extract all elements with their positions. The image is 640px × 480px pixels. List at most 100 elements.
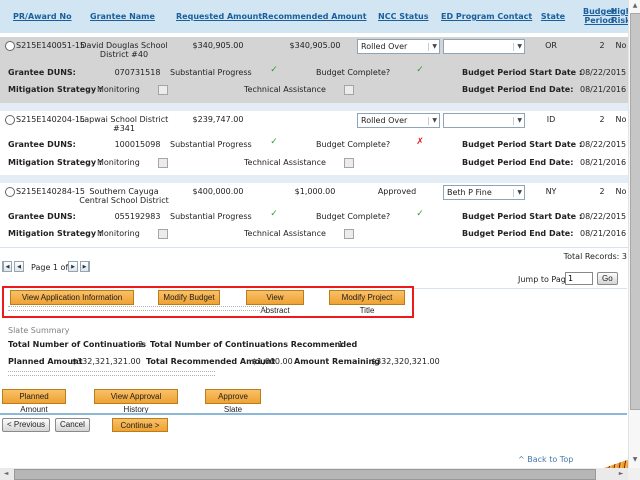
end-date-value: 08/21/2016 — [580, 85, 626, 94]
chevron-down-icon: ▼ — [513, 189, 522, 197]
bottom-divider — [0, 413, 627, 415]
budget-complete-label: Budget Complete? — [316, 212, 390, 221]
col-header-state[interactable]: State — [538, 12, 568, 21]
row-separator — [0, 175, 628, 183]
start-date-label: Budget Period Start Date : — [462, 140, 582, 149]
ncc-status-text: Approved — [357, 187, 437, 196]
recommended-amount: $340,905.00 — [265, 41, 365, 50]
grantee-name: Lapwai School District #341 — [76, 115, 172, 133]
start-date-label: Budget Period Start Date : — [462, 212, 582, 221]
total-continuations-label: Total Number of Continuations — [8, 340, 146, 349]
grantee-duns-value: 070731518 — [110, 68, 165, 77]
ed-contact-select[interactable]: ▼ — [443, 113, 525, 128]
technical-assistance-checkbox[interactable] — [344, 158, 354, 168]
mitigation-value: Monitoring — [97, 229, 140, 238]
check-icon: ✓ — [266, 210, 282, 219]
approve-slate-button[interactable]: Approve Slate — [205, 389, 261, 404]
state-value: ID — [534, 115, 568, 124]
jump-to-page-input[interactable] — [565, 272, 593, 285]
modify-project-title-button[interactable]: Modify Project Title — [329, 290, 405, 305]
state-value: NY — [534, 187, 568, 196]
ed-contact-select[interactable]: ▼ — [443, 39, 525, 54]
amount-remaining-label: Amount Remaining — [294, 357, 380, 366]
table-row: S215E140284-15 Southern Cayuga Central S… — [0, 183, 628, 246]
jump-to-page-label: Jump to Page — [518, 275, 571, 284]
scroll-up-icon[interactable]: ▲ — [629, 0, 640, 12]
vertical-scrollbar-thumb[interactable] — [630, 13, 640, 410]
scroll-left-icon[interactable]: ◄ — [0, 468, 12, 480]
ncc-status-select[interactable]: Rolled Over▼ — [357, 39, 440, 54]
start-date-value: 08/22/2015 — [580, 212, 626, 221]
row-select-radio[interactable] — [5, 115, 15, 125]
back-to-top-link[interactable]: ^ Back to Top — [518, 455, 573, 464]
chevron-down-icon: ▼ — [513, 117, 522, 125]
technical-assistance-label: Technical Assistance — [244, 229, 326, 238]
vertical-scrollbar[interactable]: ▲ ▼ — [628, 0, 640, 468]
monitoring-checkbox[interactable] — [158, 229, 168, 239]
section-divider — [0, 247, 628, 248]
dotted-divider — [8, 306, 266, 311]
col-header-requested[interactable]: Requested Amount — [176, 12, 262, 21]
col-header-contact[interactable]: ED Program Contact — [441, 12, 532, 21]
scroll-right-icon[interactable]: ► — [615, 468, 627, 480]
end-date-value: 08/21/2016 — [580, 158, 626, 167]
ncc-status-select[interactable]: Rolled Over▼ — [357, 113, 440, 128]
horizontal-scrollbar-thumb[interactable] — [14, 469, 596, 480]
monitoring-checkbox[interactable] — [158, 158, 168, 168]
slate-summary-title: Slate Summary — [8, 326, 69, 335]
budget-complete-label: Budget Complete? — [316, 140, 390, 149]
horizontal-scrollbar[interactable]: ◄ ► — [0, 468, 628, 480]
requested-amount: $239,747.00 — [168, 115, 268, 124]
table-row: S215E140051-15 David Douglas School Dist… — [0, 37, 628, 103]
grantee-duns-value: 100015098 — [110, 140, 165, 149]
modify-budget-button[interactable]: Modify Budget — [158, 290, 220, 305]
col-header-ncc[interactable]: NCC Status — [378, 12, 429, 21]
mitigation-strategy-label: Mitigation Strategy : — [8, 85, 102, 94]
view-application-information-button[interactable]: View Application Information — [10, 290, 134, 305]
row-select-radio[interactable] — [5, 187, 15, 197]
end-date-label: Budget Period End Date: — [462, 229, 573, 238]
section-divider — [414, 288, 627, 289]
col-header-grantee[interactable]: Grantee Name — [90, 12, 155, 21]
substantial-progress-label: Substantial Progress — [170, 212, 252, 221]
total-records: Total Records: 3 — [450, 252, 627, 261]
previous-page-button[interactable]: ◀ — [14, 261, 24, 272]
monitoring-checkbox[interactable] — [158, 85, 168, 95]
technical-assistance-checkbox[interactable] — [344, 229, 354, 239]
first-page-button[interactable]: ◀ — [2, 261, 12, 272]
grantee-name: Southern Cayuga Central School District — [74, 187, 174, 205]
technical-assistance-checkbox[interactable] — [344, 85, 354, 95]
check-icon: ✓ — [412, 210, 428, 219]
technical-assistance-label: Technical Assistance — [244, 158, 326, 167]
chevron-down-icon: ▼ — [428, 43, 437, 51]
scrollbar-corner — [628, 468, 640, 480]
end-date-value: 08/21/2016 — [580, 229, 626, 238]
last-page-button[interactable]: ▶ — [80, 261, 90, 272]
end-date-label: Budget Period End Date: — [462, 85, 573, 94]
previous-button[interactable]: < Previous — [2, 418, 50, 432]
start-date-value: 08/22/2015 — [580, 140, 626, 149]
requested-amount: $400,000.00 — [168, 187, 268, 196]
recommended-amount: $1,000.00 — [265, 187, 365, 196]
scroll-down-icon[interactable]: ▼ — [629, 454, 640, 466]
planned-amount-button[interactable]: Planned Amount — [2, 389, 66, 404]
continuations-recommended-label: Total Number of Continuations Recommende… — [150, 340, 357, 349]
go-button[interactable]: Go — [597, 272, 618, 285]
technical-assistance-label: Technical Assistance — [244, 85, 326, 94]
next-page-button[interactable]: ▶ — [68, 261, 78, 272]
total-recommended-value: $1,000.00 — [252, 357, 293, 366]
substantial-progress-label: Substantial Progress — [170, 140, 252, 149]
mitigation-strategy-label: Mitigation Strategy : — [8, 229, 102, 238]
cancel-button[interactable]: Cancel — [55, 418, 90, 432]
view-approval-history-button[interactable]: View Approval History — [94, 389, 178, 404]
chevron-down-icon: ▼ — [428, 117, 437, 125]
chevron-down-icon: ▼ — [513, 43, 522, 51]
view-abstract-button[interactable]: View Abstract — [246, 290, 304, 305]
budget-complete-label: Budget Complete? — [316, 68, 390, 77]
row-select-radio[interactable] — [5, 41, 15, 51]
ed-contact-select[interactable]: Beth P Fine▼ — [443, 185, 525, 200]
continue-button[interactable]: Continue > — [112, 418, 168, 432]
col-header-award[interactable]: PR/Award No — [13, 12, 72, 21]
start-date-label: Budget Period Start Date : — [462, 68, 582, 77]
col-header-recommended[interactable]: Recommended Amount — [262, 12, 367, 21]
